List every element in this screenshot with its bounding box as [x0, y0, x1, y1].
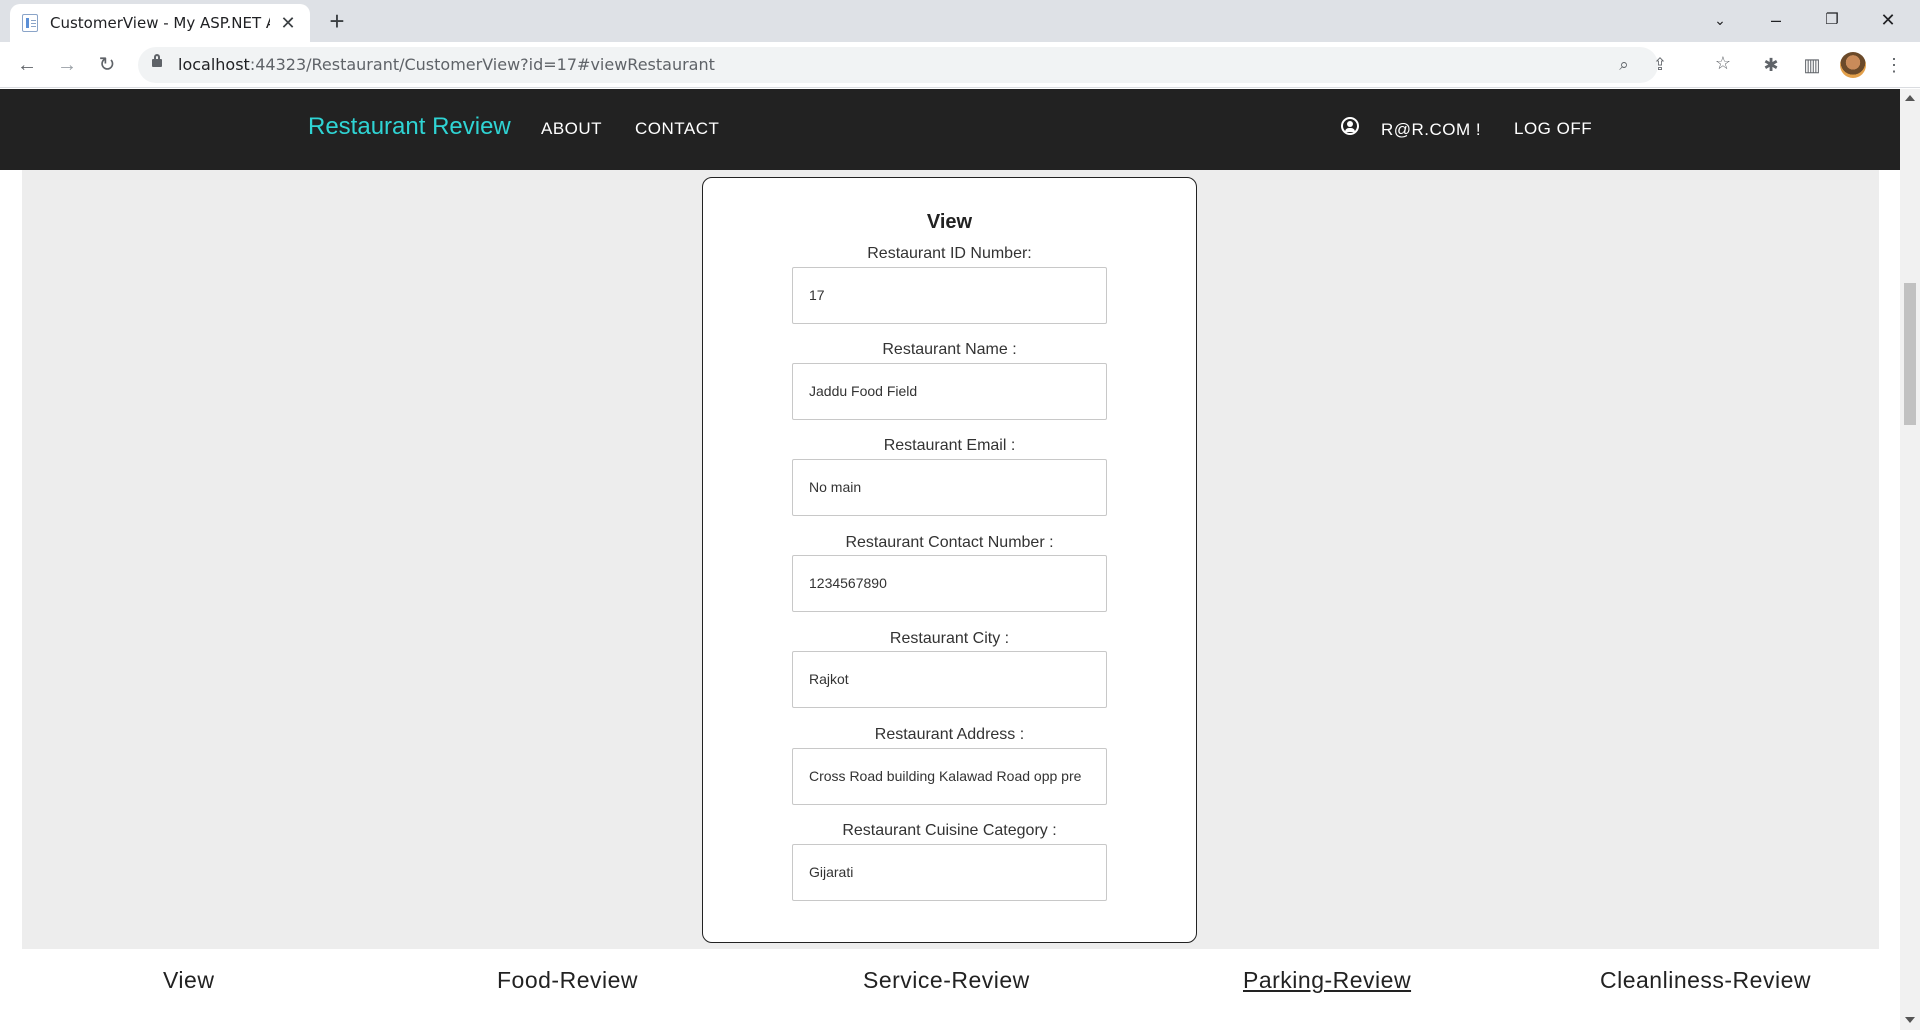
restaurant-address-label: Restaurant Address :: [874, 726, 1025, 743]
lock-icon[interactable]: [152, 54, 162, 67]
scrollbar-thumb[interactable]: [1904, 283, 1916, 425]
page-favicon-icon: [22, 14, 38, 32]
user-account-link[interactable]: R@R.COM !: [1381, 120, 1481, 140]
minimize-button[interactable]: –: [1748, 0, 1804, 40]
browser-tab[interactable]: CustomerView - My ASP.NET Ap ✕: [10, 4, 310, 42]
site-navbar: Restaurant Review ABOUT CONTACT R@R.COM …: [0, 89, 1900, 170]
scroll-up-arrow-icon[interactable]: [1905, 95, 1915, 101]
scroll-down-arrow-icon[interactable]: [1905, 1017, 1915, 1023]
restaurant-cuisine-field[interactable]: Gijarati: [792, 844, 1107, 901]
share-icon[interactable]: ⇪: [1645, 50, 1675, 80]
restaurant-city-field[interactable]: Rajkot: [792, 651, 1107, 708]
restaurant-name-label: Restaurant Name :: [882, 341, 1017, 358]
log-off-link[interactable]: LOG OFF: [1514, 119, 1592, 139]
close-tab-icon[interactable]: ✕: [278, 13, 298, 34]
new-tab-button[interactable]: +: [322, 6, 352, 36]
restaurant-cuisine-label: Restaurant Cuisine Category :: [842, 822, 1057, 839]
menu-kebab-icon[interactable]: ⋮: [1879, 50, 1909, 80]
reload-icon[interactable]: ↻: [92, 50, 122, 80]
view-card: View Restaurant ID Number: 17 Restaurant…: [702, 177, 1197, 943]
tab-view[interactable]: View: [163, 967, 214, 994]
tab-parking-review[interactable]: Parking-Review: [1243, 967, 1411, 994]
extensions-icon[interactable]: ✱: [1756, 50, 1786, 80]
side-panel-icon[interactable]: ▥: [1797, 50, 1827, 80]
nav-about-link[interactable]: ABOUT: [541, 119, 602, 139]
brand-link[interactable]: Restaurant Review: [308, 113, 511, 141]
profile-avatar[interactable]: [1840, 52, 1866, 78]
bookmark-star-icon[interactable]: ☆: [1708, 48, 1738, 78]
browser-tab-strip: CustomerView - My ASP.NET Ap ✕ + ⌄ – ❐ ✕: [0, 0, 1920, 42]
url-text: localhost:44323/Restaurant/CustomerView?…: [178, 55, 715, 74]
tab-title: CustomerView - My ASP.NET Ap: [50, 14, 270, 32]
restaurant-city-label: Restaurant City :: [889, 630, 1010, 647]
restaurant-id-label: Restaurant ID Number:: [867, 245, 1032, 262]
tab-search-icon[interactable]: ⌄: [1692, 0, 1748, 40]
close-window-button[interactable]: ✕: [1860, 0, 1916, 40]
zoom-icon[interactable]: ⌕: [1609, 50, 1639, 80]
restaurant-id-field[interactable]: 17: [792, 267, 1107, 324]
restaurant-email-label: Restaurant Email :: [883, 437, 1016, 454]
tab-cleanliness-review[interactable]: Cleanliness-Review: [1600, 967, 1811, 994]
page-scrollbar[interactable]: [1900, 89, 1920, 1030]
browser-toolbar: ← → ↻ localhost:44323/Restaurant/Custome…: [0, 42, 1920, 88]
restaurant-email-field[interactable]: No main: [792, 459, 1107, 516]
restaurant-contact-label: Restaurant Contact Number :: [845, 534, 1054, 551]
page-viewport: Restaurant Review ABOUT CONTACT R@R.COM …: [0, 89, 1920, 1030]
nav-contact-link[interactable]: CONTACT: [635, 119, 719, 139]
address-bar[interactable]: localhost:44323/Restaurant/CustomerView?…: [138, 47, 1667, 83]
review-tabs: View Food-Review Service-Review Parking-…: [0, 951, 1900, 1030]
restaurant-name-field[interactable]: Jaddu Food Field: [792, 363, 1107, 420]
forward-arrow-icon[interactable]: →: [52, 50, 82, 80]
restore-button[interactable]: ❐: [1804, 0, 1860, 40]
tab-service-review[interactable]: Service-Review: [863, 967, 1030, 994]
back-arrow-icon[interactable]: ←: [12, 50, 42, 80]
card-title: View: [926, 211, 973, 233]
restaurant-address-field[interactable]: Cross Road building Kalawad Road opp pre: [792, 748, 1107, 805]
tab-food-review[interactable]: Food-Review: [497, 967, 638, 994]
user-icon: [1341, 117, 1359, 135]
restaurant-contact-field[interactable]: 1234567890: [792, 555, 1107, 612]
